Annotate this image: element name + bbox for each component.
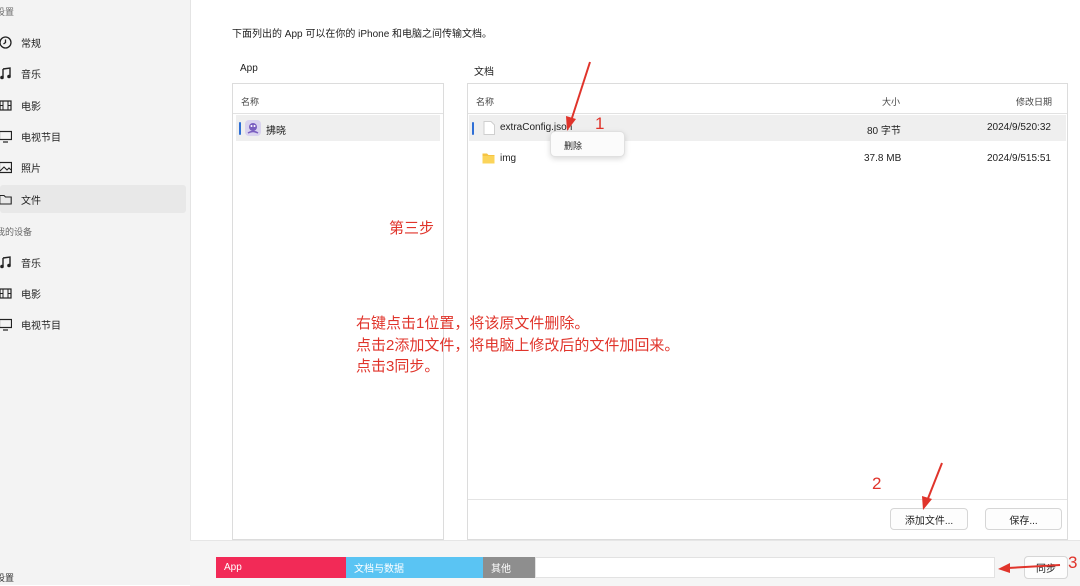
annotation-arrows xyxy=(566,61,1061,573)
arrow-1-icon xyxy=(566,61,591,131)
arrow-3-icon xyxy=(998,563,1061,573)
arrow-2-icon xyxy=(922,462,943,510)
